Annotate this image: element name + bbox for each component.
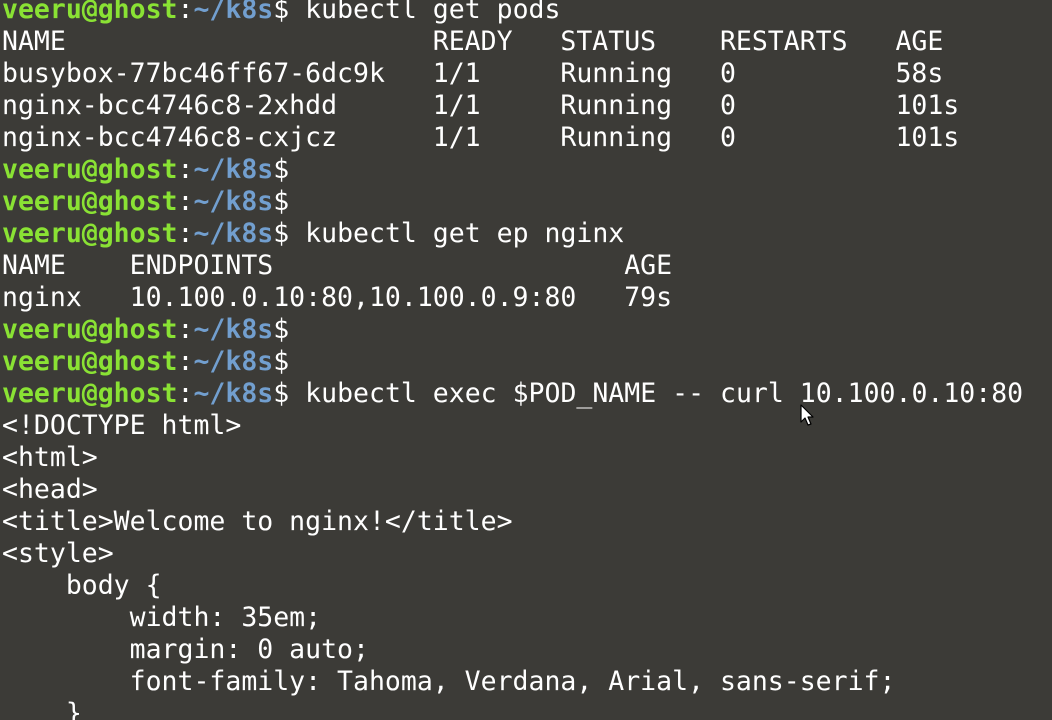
prompt-colon: : bbox=[177, 314, 194, 345]
prompt-line: veeru@ghost:~/k8s$ kubectl get ep nginx bbox=[2, 218, 1023, 250]
prompt-dollar: $ bbox=[273, 378, 290, 409]
prompt-path: ~/k8s bbox=[193, 346, 274, 377]
command-text: kubectl exec $POD_NAME -- curl 10.100.0.… bbox=[289, 378, 1024, 409]
command-text: kubectl get ep nginx bbox=[289, 218, 625, 249]
prompt-path: ~/k8s bbox=[193, 314, 274, 345]
output-line: width: 35em; bbox=[2, 602, 322, 633]
output-line: busybox-77bc46ff67-6dc9k 1/1 Running 0 5… bbox=[2, 58, 944, 89]
output-line: font-family: Tahoma, Verdana, Arial, san… bbox=[2, 666, 896, 697]
prompt-user-host: veeru@ghost bbox=[2, 314, 178, 345]
prompt-colon: : bbox=[177, 218, 194, 249]
prompt-user-host: veeru@ghost bbox=[2, 346, 178, 377]
output-line: nginx 10.100.0.10:80,10.100.0.9:80 79s bbox=[2, 282, 673, 313]
prompt-line: veeru@ghost:~/k8s$ kubectl exec $POD_NAM… bbox=[2, 378, 1023, 410]
prompt-path: ~/k8s bbox=[193, 0, 274, 25]
prompt-user-host: veeru@ghost bbox=[2, 218, 178, 249]
mouse-pointer-icon bbox=[800, 404, 814, 426]
output-line: body { bbox=[2, 570, 162, 601]
prompt-dollar: $ bbox=[273, 218, 290, 249]
prompt-path: ~/k8s bbox=[193, 186, 274, 217]
prompt-dollar: $ bbox=[273, 154, 290, 185]
prompt-line: veeru@ghost:~/k8s$ bbox=[2, 346, 1023, 378]
prompt-colon: : bbox=[177, 154, 194, 185]
prompt-colon: : bbox=[177, 378, 194, 409]
terminal-window[interactable]: veeru@ghost:~/k8s$ kubectl get pods NAME … bbox=[0, 0, 1052, 720]
output-line: <title>Welcome to nginx!</title> bbox=[2, 506, 513, 537]
output-line: <head> bbox=[2, 474, 98, 505]
prompt-dollar: $ bbox=[273, 0, 290, 25]
prompt-line: veeru@ghost:~/k8s$ bbox=[2, 154, 1023, 186]
prompt-dollar: $ bbox=[273, 314, 290, 345]
output-line: nginx-bcc4746c8-2xhdd 1/1 Running 0 101s bbox=[2, 90, 960, 121]
prompt-line: veeru@ghost:~/k8s$ kubectl get pods bbox=[2, 0, 1023, 26]
prompt-colon: : bbox=[177, 186, 194, 217]
prompt-path: ~/k8s bbox=[193, 154, 274, 185]
prompt-line: veeru@ghost:~/k8s$ bbox=[2, 314, 1023, 346]
terminal-output[interactable]: veeru@ghost:~/k8s$ kubectl get pods NAME … bbox=[2, 0, 1023, 720]
output-line: } bbox=[2, 698, 82, 720]
output-line: <html> bbox=[2, 442, 98, 473]
prompt-dollar: $ bbox=[273, 186, 290, 217]
prompt-colon: : bbox=[177, 0, 194, 25]
prompt-user-host: veeru@ghost bbox=[2, 0, 178, 25]
output-line: <!DOCTYPE html> bbox=[2, 410, 242, 441]
prompt-colon: : bbox=[177, 346, 194, 377]
prompt-line: veeru@ghost:~/k8s$ bbox=[2, 186, 1023, 218]
output-line: nginx-bcc4746c8-cxjcz 1/1 Running 0 101s bbox=[2, 122, 960, 153]
output-line: margin: 0 auto; bbox=[2, 634, 369, 665]
prompt-user-host: veeru@ghost bbox=[2, 378, 178, 409]
output-line: NAME READY STATUS RESTARTS AGE bbox=[2, 26, 944, 57]
output-line: NAME ENDPOINTS AGE bbox=[2, 250, 673, 281]
prompt-path: ~/k8s bbox=[193, 378, 274, 409]
prompt-user-host: veeru@ghost bbox=[2, 154, 178, 185]
prompt-dollar: $ bbox=[273, 346, 290, 377]
command-text: kubectl get pods bbox=[289, 0, 561, 25]
prompt-path: ~/k8s bbox=[193, 218, 274, 249]
output-line: <style> bbox=[2, 538, 114, 569]
prompt-user-host: veeru@ghost bbox=[2, 186, 178, 217]
